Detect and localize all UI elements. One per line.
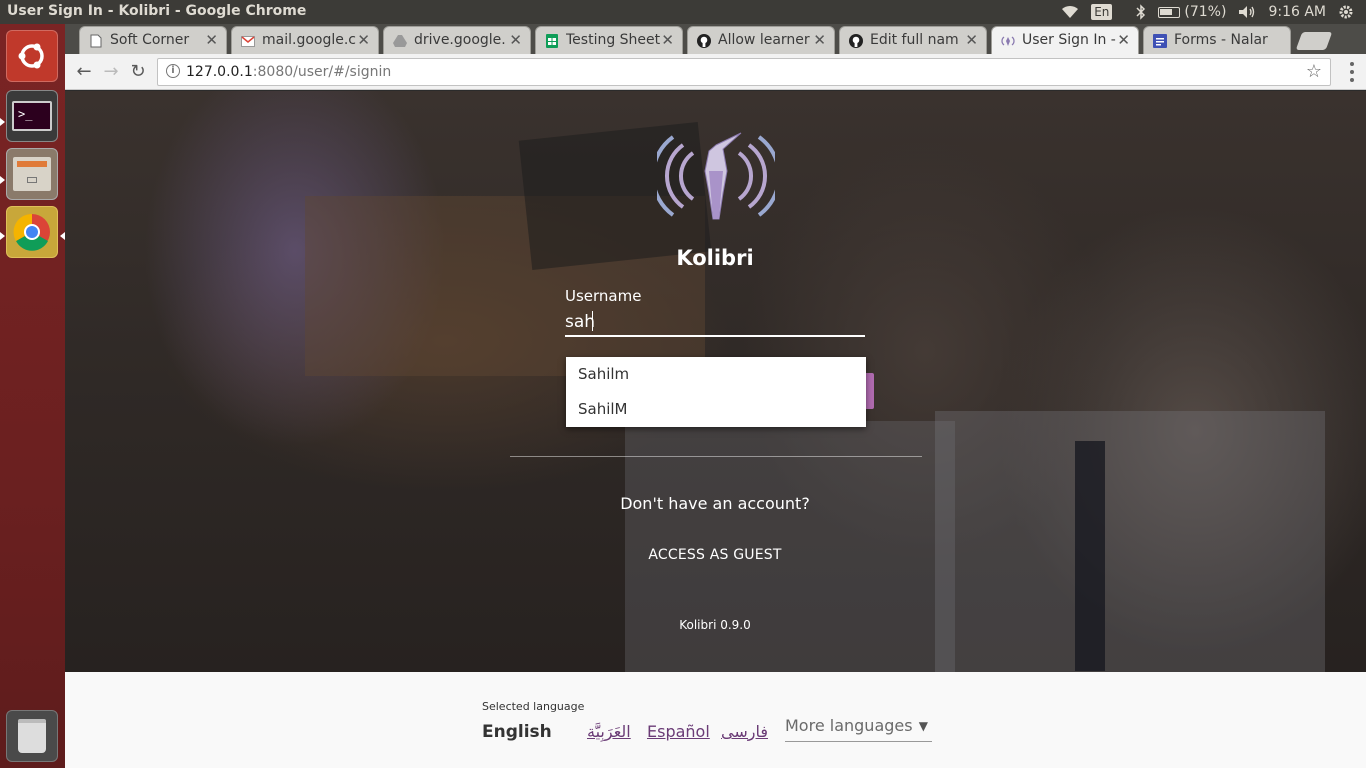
chrome-icon[interactable]	[6, 206, 58, 258]
drive-icon	[392, 33, 408, 49]
clock[interactable]: 9:16 AM	[1268, 4, 1326, 20]
divider	[510, 456, 922, 457]
terminal-icon[interactable]: >_	[6, 90, 58, 142]
suggestion-item[interactable]: SahilM	[566, 392, 866, 427]
site-info-icon[interactable]: i	[166, 64, 180, 78]
browser-toolbar: ← → ↻ i 127.0.0.1:8080/user/#/signin ☆	[65, 54, 1366, 90]
github-icon	[696, 33, 712, 49]
back-arrow-icon[interactable]: ←	[73, 61, 95, 83]
battery-icon	[1158, 6, 1181, 18]
version-text: Kolibri 0.9.0	[679, 618, 751, 632]
tab-user-sign-in[interactable]: User Sign In - ✕	[991, 26, 1139, 54]
running-indicator	[0, 118, 5, 126]
kolibri-logo	[657, 132, 775, 220]
files-icon[interactable]	[6, 148, 58, 200]
tie-shape	[1075, 441, 1105, 671]
tab-close-icon[interactable]: ✕	[965, 31, 978, 49]
page-icon	[88, 33, 104, 49]
system-tray: En (71%) 9:16 AM	[1061, 0, 1366, 24]
tab-soft-corner[interactable]: Soft Corner ✕	[79, 26, 227, 54]
trash-icon[interactable]	[6, 710, 58, 762]
username-suggestions: Sahilm SahilM	[566, 357, 866, 427]
tab-gmail[interactable]: mail.google.c ✕	[231, 26, 379, 54]
more-languages-dropdown[interactable]: More languages ▼	[785, 716, 932, 742]
dropdown-caret-icon: ▼	[918, 719, 928, 733]
chrome-menu-icon[interactable]	[1350, 62, 1354, 82]
tab-close-icon[interactable]: ✕	[509, 31, 522, 49]
bluetooth-icon[interactable]	[1136, 4, 1146, 20]
tab-forms[interactable]: Forms - Nalar	[1143, 26, 1291, 54]
text-cursor	[592, 311, 593, 331]
new-tab-button[interactable]	[1295, 32, 1333, 50]
bookmark-star-icon[interactable]: ☆	[1306, 61, 1322, 82]
selected-language-label: Selected language	[482, 700, 585, 713]
window-title: User Sign In - Kolibri - Google Chrome	[7, 3, 307, 19]
access-as-guest-link[interactable]: ACCESS AS GUEST	[615, 547, 815, 563]
tab-testing-sheet[interactable]: Testing Sheet ✕	[535, 26, 683, 54]
forward-arrow-icon[interactable]: →	[100, 61, 122, 83]
volume-icon[interactable]	[1238, 5, 1256, 19]
tab-close-icon[interactable]: ✕	[205, 31, 218, 49]
tab-close-icon[interactable]: ✕	[661, 31, 674, 49]
forms-icon	[1152, 33, 1168, 49]
tab-drive[interactable]: drive.google. ✕	[383, 26, 531, 54]
running-indicator	[0, 176, 5, 184]
language-link-spanish[interactable]: Español	[647, 722, 710, 741]
kolibri-icon	[1000, 33, 1016, 49]
keyboard-layout-indicator[interactable]: En	[1091, 4, 1124, 20]
gmail-icon	[240, 33, 256, 49]
student-shirt-shape	[935, 411, 1325, 681]
github-icon	[848, 33, 864, 49]
browser-tab-strip: Soft Corner ✕ mail.google.c ✕ drive.goog…	[65, 24, 1366, 54]
username-label: Username	[565, 287, 642, 305]
address-bar[interactable]: i 127.0.0.1:8080/user/#/signin ☆	[157, 58, 1331, 86]
running-indicator	[0, 232, 5, 240]
tab-edit-full-name[interactable]: Edit full nam ✕	[839, 26, 987, 54]
sheets-icon	[544, 33, 560, 49]
kolibri-signin-page: Kolibri Username Sahilm SahilM Don't hav…	[65, 91, 1366, 768]
app-title: Kolibri	[676, 246, 754, 270]
suggestion-item[interactable]: Sahilm	[566, 357, 866, 392]
ubuntu-launcher: >_	[0, 24, 65, 768]
selected-language: English	[482, 722, 552, 742]
tab-close-icon[interactable]: ✕	[813, 31, 826, 49]
language-switcher: Selected language English العَرَبِيَّة E…	[65, 672, 1366, 768]
no-account-prompt: Don't have an account?	[620, 494, 810, 513]
reload-icon[interactable]: ↻	[127, 61, 149, 83]
language-link-farsi[interactable]: فارسی	[721, 722, 768, 741]
wifi-icon[interactable]	[1061, 5, 1079, 19]
tab-allow-learner[interactable]: Allow learner ✕	[687, 26, 835, 54]
tab-close-icon[interactable]: ✕	[1117, 31, 1130, 49]
url-text: 127.0.0.1:8080/user/#/signin	[186, 64, 392, 80]
settings-gear-icon[interactable]	[1338, 4, 1354, 20]
username-input[interactable]	[565, 309, 865, 337]
battery-indicator[interactable]: (71%)	[1158, 4, 1226, 20]
tab-close-icon[interactable]: ✕	[357, 31, 370, 49]
ubuntu-dash-icon[interactable]	[6, 30, 58, 82]
language-link-arabic[interactable]: العَرَبِيَّة	[587, 722, 631, 741]
system-top-panel: User Sign In - Kolibri - Google Chrome E…	[0, 0, 1366, 24]
